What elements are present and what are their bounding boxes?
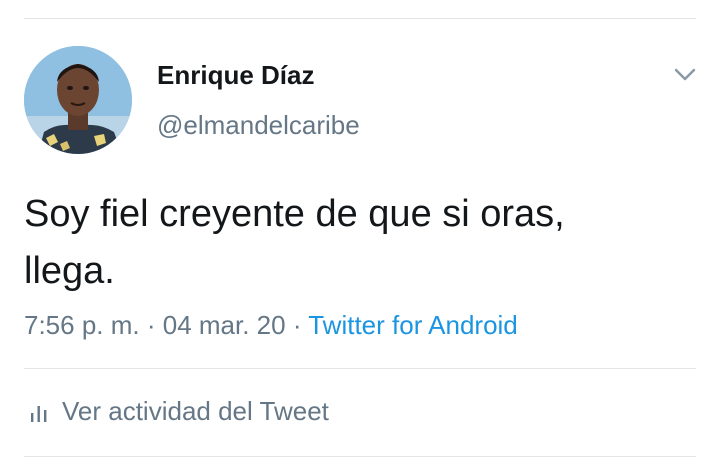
tweet-text-line: Soy fiel creyente de que si oras, xyxy=(24,193,565,235)
tweet-meta: 7:56 p. m. · 04 mar. 20 · Twitter for An… xyxy=(24,310,518,341)
author-handle[interactable]: @elmandelcaribe xyxy=(157,110,360,141)
divider xyxy=(24,456,696,457)
view-activity-button[interactable]: Ver actividad del Tweet xyxy=(28,396,329,427)
profile-photo xyxy=(24,46,132,154)
avatar[interactable] xyxy=(24,46,132,154)
author-name[interactable]: Enrique Díaz xyxy=(157,60,314,91)
tweet-text: Soy fiel creyente de que si oras, llega. xyxy=(24,186,696,300)
view-activity-label: Ver actividad del Tweet xyxy=(62,396,329,426)
bar-chart-icon xyxy=(31,405,47,422)
top-divider xyxy=(24,18,696,19)
tweet-text-line: llega. xyxy=(24,250,115,292)
tweet-card: Enrique Díaz @elmandelcaribe Soy fiel cr… xyxy=(0,0,720,468)
divider xyxy=(24,368,696,369)
meta-separator: · xyxy=(285,310,309,340)
tweet-source-link[interactable]: Twitter for Android xyxy=(308,310,518,340)
tweet-date[interactable]: 04 mar. 20 xyxy=(163,310,286,340)
tweet-time[interactable]: 7:56 p. m. xyxy=(24,310,140,340)
meta-separator: · xyxy=(139,310,163,340)
chevron-down-icon[interactable] xyxy=(672,64,698,84)
